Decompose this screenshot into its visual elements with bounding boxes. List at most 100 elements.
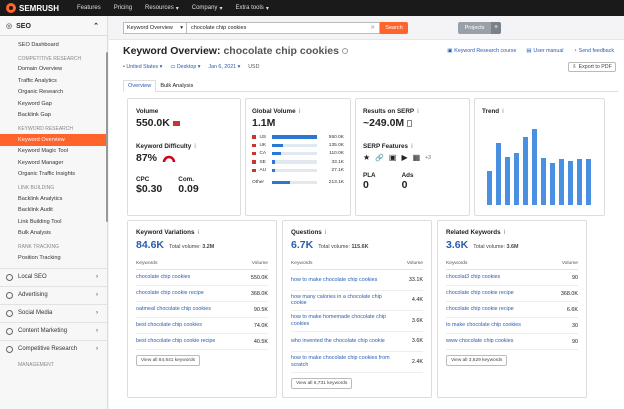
keyword-link[interactable]: chocolate chip cookies [136, 274, 190, 281]
device-filter[interactable]: ▭ Desktop ▾ [170, 64, 200, 70]
nav-features[interactable]: Features [77, 5, 101, 12]
serp-features-more[interactable]: +3 [425, 155, 431, 161]
sidebar-item[interactable]: Bulk Analysis [0, 228, 107, 240]
sidebar-item[interactable]: Keyword Gap [0, 98, 107, 110]
sidebar-group-content-marketing[interactable]: Content Marketing › [0, 321, 107, 340]
keyword-link[interactable]: how many calories in a chocolate chip co… [291, 294, 391, 307]
sidebar-item[interactable]: Keyword Magic Tool [0, 146, 107, 158]
view-all-related-button[interactable]: View all 3,629 keywords [446, 355, 508, 366]
chevron-down-icon: ▾ [265, 5, 269, 12]
sidebar-item[interactable]: Organic Research [0, 87, 107, 99]
sidebar-scrollbar[interactable] [106, 52, 108, 222]
sidebar-group-competitive-research[interactable]: Competitive Research › [0, 339, 107, 358]
sidebar-item[interactable]: Backlink Gap [0, 110, 107, 122]
difficulty-value: 87% [136, 152, 158, 164]
keyword-link[interactable]: chocolate chip cookie recipe [136, 290, 204, 297]
keyword-link[interactable]: chocolat3 chip cookies [446, 274, 500, 281]
related-count[interactable]: 3.6K [446, 239, 468, 251]
info-icon[interactable]: i [299, 108, 301, 115]
table-header: Keywords Volume [136, 261, 268, 270]
sidebar-item[interactable]: Keyword Manager [0, 157, 107, 169]
questions-count[interactable]: 6.7K [291, 239, 313, 251]
search-row: Keyword Overview ▾ chocolate chip cookies… [109, 16, 624, 40]
table-header: Keywords Volume [446, 261, 578, 270]
sidebar-item[interactable]: Traffic Analytics [0, 75, 107, 87]
nav-resources[interactable]: Resources ▾ [145, 5, 179, 12]
keyword-link[interactable]: how to make chocolate chip cookies from … [291, 355, 391, 368]
book-icon: ▤ [526, 48, 532, 54]
trend-card: Trend i [474, 98, 605, 216]
info-icon[interactable]: i [502, 108, 504, 115]
search-input[interactable]: chocolate chip cookies ✕ [187, 21, 380, 34]
volume-value: 33.1K [408, 276, 423, 283]
sidebar-item[interactable]: Position Tracking [0, 252, 107, 264]
keyword-link[interactable]: how to make chocolate chip cookies [291, 277, 377, 284]
nav-extra-tools[interactable]: Extra tools ▾ [235, 5, 268, 12]
keyword-link[interactable]: best chocolate chip cookies [136, 322, 202, 329]
variations-count[interactable]: 84.6K [136, 239, 164, 251]
export-pdf-button[interactable]: ⇩ Export to PDF [568, 62, 616, 72]
gv-row: UK 135.0K [252, 141, 344, 149]
sidebar-group-advertising[interactable]: Advertising › [0, 285, 107, 304]
table-row: to make chocolate chip cookies 30 [446, 318, 578, 334]
info-icon[interactable] [342, 48, 348, 54]
volume-value: 550.0K [136, 117, 170, 129]
search-button[interactable]: Search [380, 21, 408, 34]
keyword-link[interactable]: chocolate chip cookie recipe [446, 306, 514, 313]
sidebar-item[interactable]: Backlink Audit [0, 205, 107, 217]
link-icon: 🔗 [375, 154, 384, 162]
sidebar-item[interactable]: Organic Traffic Insights [0, 169, 107, 181]
gv-row: US 550.0K [252, 133, 344, 141]
country-filter[interactable]: ▪ United States ▾ [123, 64, 162, 70]
info-icon[interactable]: i [504, 229, 506, 236]
trend-bar [577, 159, 582, 205]
database-select[interactable]: Keyword Overview ▾ [123, 21, 187, 34]
sidebar-item[interactable]: Domain Overview [0, 64, 107, 76]
info-icon[interactable]: i [417, 108, 419, 115]
date-filter[interactable]: Jan 6, 2021 ▾ [208, 64, 240, 70]
gv-bar-fill [272, 160, 276, 164]
trend-bar [568, 160, 573, 205]
info-icon[interactable]: i [197, 229, 199, 236]
view-all-variations-button[interactable]: View all 84,641 keywords [136, 355, 201, 366]
sidebar-group-local-seo[interactable]: Local SEO › [0, 267, 107, 286]
trend-bar [523, 136, 528, 205]
keyword-link[interactable]: who invented the chocolate chip cookie [291, 338, 385, 345]
info-icon[interactable]: i [194, 143, 196, 150]
view-all-questions-button[interactable]: View all 6,731 keywords [291, 377, 353, 389]
clear-icon[interactable]: ✕ [370, 25, 375, 31]
nav-pricing[interactable]: Pricing [114, 5, 132, 12]
pla-value: 0 [363, 179, 369, 191]
sidebar-group-social-media[interactable]: Social Media › [0, 303, 107, 322]
top-bar: SEMRUSH Features Pricing Resources ▾ Comp… [0, 0, 624, 16]
gv-bar-fill [272, 143, 284, 148]
projects-button[interactable]: Projects [458, 21, 491, 34]
keyword-link[interactable]: www chocolate chip cookies [446, 338, 513, 345]
sidebar-section-header: RANK TRACKING [18, 244, 60, 250]
gv-row: SE 33.1K [252, 158, 344, 166]
tab-overview[interactable]: Overview [123, 80, 157, 92]
sidebar-item-seo-dashboard[interactable]: SEO Dashboard [0, 39, 107, 51]
send-feedback-link[interactable]: ◔ Send feedback [573, 48, 614, 54]
sidebar-item[interactable]: Backlink Analytics [0, 193, 107, 205]
sidebar-section-header: COMPETITIVE RESEARCH [18, 55, 82, 62]
sidebar-item[interactable]: Link Building Tool [0, 216, 107, 228]
keyword-link[interactable]: oatmeal chocolate chip cookies [136, 306, 211, 313]
keyword-link[interactable]: chocolate chip cookie recipe [446, 290, 514, 297]
add-project-button[interactable]: + [491, 21, 501, 34]
info-icon[interactable]: i [411, 143, 413, 150]
info-icon[interactable]: i [325, 229, 327, 236]
trend-bar [559, 159, 564, 205]
nav-company[interactable]: Company ▾ [192, 5, 223, 12]
course-link[interactable]: ▣ Keyword Research course [447, 48, 516, 54]
user-manual-link[interactable]: ▤ User manual [526, 48, 563, 54]
semrush-logo[interactable]: SEMRUSH [6, 3, 59, 13]
serp-label: Results on SERP i [363, 108, 419, 115]
keyword-link[interactable]: to make chocolate chip cookies [446, 322, 521, 329]
keyword-link[interactable]: best chocolate chip cookie recipe [136, 338, 215, 345]
keyword-link[interactable]: how to make homemade chocolate chip cook… [291, 314, 391, 327]
sidebar-seo-header[interactable]: ◎ SEO ⌃ [0, 16, 107, 36]
video-icon: ▶ [401, 153, 408, 162]
tab-bulk-analysis[interactable]: Bulk Analysis [156, 80, 197, 92]
sidebar-item-keyword-overview[interactable]: Keyword Overview [0, 134, 107, 146]
